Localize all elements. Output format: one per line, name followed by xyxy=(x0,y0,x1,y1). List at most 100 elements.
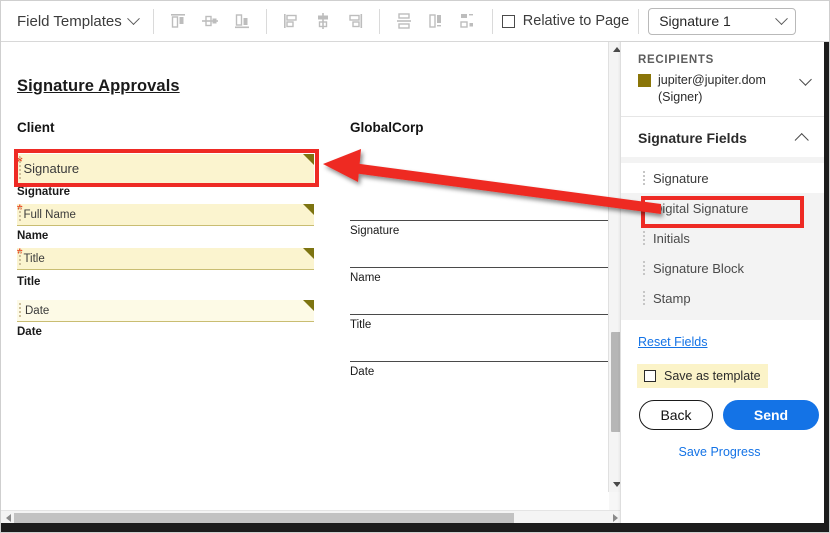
match-size-icon[interactable] xyxy=(453,6,483,36)
relative-to-page-label: Relative to Page xyxy=(522,13,630,29)
page-title: Signature Approvals xyxy=(17,77,180,95)
align-center-vertical-icon[interactable] xyxy=(308,6,338,36)
action-buttons: Back Send xyxy=(621,388,824,430)
align-middle-horizontal-icon[interactable] xyxy=(195,6,225,36)
chevron-down-icon xyxy=(126,11,140,25)
align-right-icon[interactable] xyxy=(340,6,370,36)
signature-line xyxy=(350,267,609,268)
distribute-group xyxy=(389,6,483,36)
field-list-item-label: Stamp xyxy=(653,290,691,306)
align-left-icon[interactable] xyxy=(276,6,306,36)
field-select-dropdown[interactable]: Signature 1 xyxy=(648,7,797,35)
drag-grip-icon xyxy=(19,303,21,318)
field-select-value: Signature 1 xyxy=(659,13,731,29)
field-list-item-stamp[interactable]: Stamp xyxy=(621,283,824,313)
align-vertical-group xyxy=(163,6,257,36)
form-field-date[interactable]: Date xyxy=(17,300,314,322)
reset-fields-wrapper: Reset Fields xyxy=(621,320,824,351)
field-list-item-label: Signature Block xyxy=(653,260,745,276)
field-list-item-label: Digital Signature xyxy=(653,200,749,216)
send-button[interactable]: Send xyxy=(723,400,819,430)
signature-fields-list: Signature Digital Signature Initials Sig… xyxy=(621,157,824,320)
save-progress-link[interactable]: Save Progress xyxy=(679,445,761,459)
signature-line-label: Date xyxy=(350,366,375,378)
window-bottom-edge xyxy=(1,523,829,532)
field-list-item-label: Signature xyxy=(653,170,709,186)
column-heading-client: Client xyxy=(17,120,55,135)
drag-grip-icon xyxy=(19,251,21,266)
save-progress-wrapper: Save Progress xyxy=(621,430,824,461)
recipient-role: (Signer) xyxy=(658,89,703,104)
drag-grip-icon xyxy=(19,157,21,180)
field-list-item-initials[interactable]: Initials xyxy=(621,223,824,253)
signature-fields-title: Signature Fields xyxy=(638,130,747,146)
save-as-template-label: Save as template xyxy=(664,369,761,383)
form-field-placeholder: Full Name xyxy=(23,208,76,221)
right-sidebar: RECIPIENTS jupiter@jupiter.dom (Signer) … xyxy=(620,42,824,529)
form-field-placeholder: Title xyxy=(23,252,45,265)
column-heading-globalcorp: GlobalCorp xyxy=(350,120,424,135)
signature-line-label: Signature xyxy=(350,225,400,237)
checkbox-icon xyxy=(644,370,656,382)
toolbar-divider-2 xyxy=(265,8,267,34)
field-corner-icon xyxy=(303,248,314,259)
signature-line xyxy=(350,361,609,362)
reset-fields-link[interactable]: Reset Fields xyxy=(638,335,707,349)
signature-line xyxy=(350,220,609,221)
recipient-email: jupiter@jupiter.dom xyxy=(658,73,766,87)
drag-grip-icon xyxy=(643,291,645,306)
form-field-label-date: Date xyxy=(17,326,42,338)
recipients-section: RECIPIENTS jupiter@jupiter.dom (Signer) xyxy=(621,42,824,117)
toolbar-divider-4 xyxy=(491,8,493,34)
form-field-signature[interactable]: * Signature xyxy=(17,154,314,184)
field-corner-icon xyxy=(303,154,314,165)
back-button[interactable]: Back xyxy=(639,400,713,430)
signature-fields-header[interactable]: Signature Fields xyxy=(621,117,824,157)
form-field-placeholder: Signature xyxy=(23,161,80,176)
recipient-color-swatch xyxy=(638,74,651,87)
signature-line xyxy=(350,314,609,315)
match-width-icon[interactable] xyxy=(421,6,451,36)
recipient-info: jupiter@jupiter.dom (Signer) xyxy=(658,72,794,105)
form-field-label-signature: Signature xyxy=(17,186,71,198)
drag-grip-icon xyxy=(643,231,645,246)
recipient-row[interactable]: jupiter@jupiter.dom (Signer) xyxy=(638,72,812,105)
signature-line-label: Title xyxy=(350,319,372,331)
drag-grip-icon xyxy=(643,261,645,276)
field-corner-icon xyxy=(303,204,314,215)
document-canvas[interactable]: Signature Approvals Client GlobalCorp * … xyxy=(1,42,623,532)
chevron-up-icon[interactable] xyxy=(794,133,809,148)
signature-line-label: Name xyxy=(350,272,381,284)
field-list-item-digital-signature[interactable]: Digital Signature xyxy=(621,193,824,223)
field-list-item-signature-block[interactable]: Signature Block xyxy=(621,253,824,283)
chevron-down-icon[interactable] xyxy=(799,73,812,86)
relative-to-page-checkbox[interactable]: Relative to Page xyxy=(501,13,630,29)
form-field-full-name[interactable]: * Full Name xyxy=(17,202,314,226)
align-top-icon[interactable] xyxy=(163,6,193,36)
window-right-edge xyxy=(824,42,829,532)
form-field-label-name: Name xyxy=(17,230,49,242)
align-bottom-icon[interactable] xyxy=(227,6,257,36)
checkbox-icon xyxy=(501,14,515,28)
field-templates-label: Field Templates xyxy=(17,12,122,30)
field-list-item-signature[interactable]: Signature xyxy=(621,163,824,193)
field-templates-dropdown[interactable]: Field Templates xyxy=(11,10,144,33)
signature-field-editor-window: Field Templates Relative to Page Signatu… xyxy=(0,0,830,533)
document-page: Signature Approvals Client GlobalCorp * … xyxy=(1,42,609,512)
toolbar-divider-3 xyxy=(378,8,380,34)
form-field-label-title: Title xyxy=(17,276,41,288)
toolbar-divider-5 xyxy=(638,8,640,34)
distribute-vertical-icon[interactable] xyxy=(389,6,419,36)
drag-grip-icon xyxy=(19,207,21,222)
field-corner-icon xyxy=(303,300,314,311)
drag-grip-icon xyxy=(643,201,645,216)
form-field-placeholder: Date xyxy=(25,304,50,317)
toolbar: Field Templates Relative to Page Signatu… xyxy=(1,1,829,42)
drag-grip-icon xyxy=(643,171,645,186)
toolbar-divider xyxy=(152,8,154,34)
align-horizontal-group xyxy=(276,6,370,36)
chevron-down-icon xyxy=(775,11,789,25)
form-field-title[interactable]: * Title xyxy=(17,246,314,270)
recipients-section-title: RECIPIENTS xyxy=(638,54,715,66)
save-as-template-checkbox[interactable]: Save as template xyxy=(637,364,768,388)
